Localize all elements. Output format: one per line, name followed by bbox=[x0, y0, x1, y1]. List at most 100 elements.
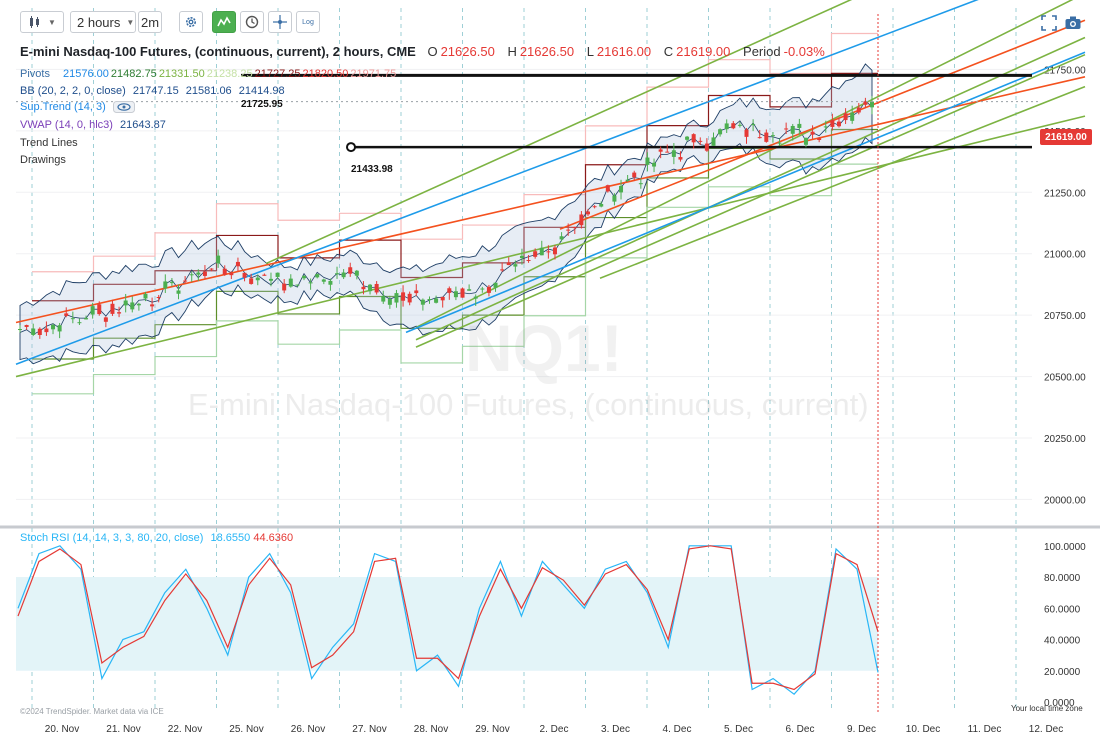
low-value: 21616.00 bbox=[596, 44, 652, 59]
candle-body bbox=[605, 185, 610, 192]
pivot-value: 21331.50 bbox=[158, 68, 205, 80]
settings-button[interactable] bbox=[179, 11, 203, 33]
indicator-toggle-button[interactable] bbox=[212, 11, 236, 33]
candle-body bbox=[262, 274, 267, 276]
stoch-tick-label: 80.0000 bbox=[1044, 573, 1081, 584]
candle-body bbox=[552, 247, 557, 255]
candle-body bbox=[526, 259, 531, 261]
x-tick-label: 28. Nov bbox=[414, 724, 448, 735]
candle-body bbox=[282, 283, 287, 291]
legend-supertrend[interactable]: Sup.Trend (14, 3) bbox=[20, 101, 135, 114]
candle-body bbox=[586, 211, 590, 215]
toolbar: ▼ 2 hours ▼ 2m Log bbox=[0, 0, 1100, 44]
candle-body bbox=[870, 101, 874, 108]
y-tick-label: 20000.00 bbox=[1044, 495, 1086, 506]
x-tick-label: 2. Dec bbox=[540, 724, 569, 735]
candle-body bbox=[704, 143, 709, 151]
candle-body bbox=[163, 281, 168, 289]
level-label-lower: 21433.98 bbox=[351, 164, 393, 175]
pivot-value: 21971.75 bbox=[350, 68, 397, 80]
stoch-tick-label: 60.0000 bbox=[1044, 604, 1081, 615]
candle-body bbox=[533, 251, 538, 257]
x-tick-label: 21. Nov bbox=[106, 724, 140, 735]
stoch-k-value: 18.6550 bbox=[210, 532, 251, 544]
y-tick-label: 21250.00 bbox=[1044, 188, 1086, 199]
crosshair-icon bbox=[273, 15, 287, 29]
candle-body bbox=[777, 142, 782, 144]
candle-body bbox=[506, 262, 511, 266]
candle-body bbox=[566, 229, 571, 231]
candle-body bbox=[302, 275, 306, 279]
candle-body bbox=[37, 328, 42, 335]
candle-body bbox=[665, 151, 670, 153]
candle-body bbox=[268, 278, 273, 281]
bb-lower-value: 21414.98 bbox=[238, 85, 285, 97]
vwap-value: 21643.87 bbox=[120, 119, 166, 131]
pivots-values: 21576.00 21482.75 21331.50 21238.25 21727.25… bbox=[63, 68, 398, 80]
legend-pivots[interactable]: Pivots 21576.00 21482.75 21331.50 21238.25 2… bbox=[20, 68, 402, 80]
candle-body bbox=[823, 126, 828, 128]
timeframe-short-button[interactable]: 2m bbox=[138, 11, 162, 33]
candle-body bbox=[321, 279, 326, 282]
candle-body bbox=[51, 324, 56, 330]
candle-body bbox=[579, 214, 584, 226]
candle-body bbox=[70, 318, 75, 320]
pivot-value: 21238.25 bbox=[206, 68, 253, 80]
candle-body bbox=[632, 172, 637, 178]
x-tick-label: 12. Dec bbox=[1029, 724, 1063, 735]
chevron-down-icon: ▼ bbox=[126, 17, 135, 27]
stoch-rsi-legend[interactable]: Stoch RSI (14, 14, 3, 3, 80, 20, close) … bbox=[20, 532, 293, 544]
chevron-down-icon: ▼ bbox=[48, 17, 56, 27]
log-scale-button[interactable]: Log bbox=[296, 11, 320, 33]
x-tick-label: 4. Dec bbox=[663, 724, 692, 735]
replay-button[interactable] bbox=[240, 11, 264, 33]
bb-middle-value: 21581.06 bbox=[185, 85, 232, 97]
bb-upper-value: 21747.15 bbox=[132, 85, 179, 97]
candle-body bbox=[202, 271, 207, 276]
candle-body bbox=[599, 203, 604, 207]
candle-body bbox=[790, 125, 795, 134]
chart-type-button[interactable]: ▼ bbox=[20, 11, 64, 33]
camera-icon[interactable] bbox=[1064, 14, 1082, 32]
candle-body bbox=[242, 272, 247, 278]
candle-body bbox=[24, 325, 29, 327]
candle-body bbox=[394, 293, 399, 303]
candle-body bbox=[440, 296, 445, 301]
candle-body bbox=[678, 157, 683, 160]
eye-icon[interactable] bbox=[112, 101, 135, 114]
candle-body bbox=[718, 129, 723, 135]
crosshair-button[interactable] bbox=[268, 11, 292, 33]
legend-vwap[interactable]: VWAP (14, 0, hlc3) 21643.87 bbox=[20, 119, 170, 131]
candle-body bbox=[744, 129, 749, 137]
period-value: -0.03% bbox=[783, 44, 825, 59]
fullscreen-icon[interactable] bbox=[1040, 14, 1058, 32]
candle-body bbox=[539, 247, 544, 256]
stoch-rsi-label: Stoch RSI (14, 14, 3, 3, 80, 20, close) bbox=[20, 532, 204, 544]
timeframe-select[interactable]: 2 hours ▼ bbox=[70, 11, 136, 33]
pivots-label: Pivots bbox=[20, 68, 50, 80]
legend-drawings[interactable]: Drawings bbox=[20, 154, 66, 166]
candle-body bbox=[685, 136, 690, 140]
chart-app: 20. Nov 21. Nov 22. Nov 25. Nov 26. Nov 27. N… bbox=[0, 0, 1100, 748]
candle-body bbox=[361, 286, 366, 290]
candle-body bbox=[150, 304, 155, 307]
candle-body bbox=[341, 272, 346, 278]
candle-body bbox=[315, 274, 320, 278]
low-label: L bbox=[586, 44, 594, 59]
candle-body bbox=[427, 299, 432, 301]
candle-body bbox=[519, 255, 524, 259]
candle-body bbox=[222, 268, 227, 275]
candle-body bbox=[724, 123, 729, 130]
candle-body bbox=[216, 255, 221, 264]
legend-trend-lines[interactable]: Trend Lines bbox=[20, 137, 78, 149]
candle-body bbox=[856, 107, 861, 113]
candle-body bbox=[619, 185, 624, 193]
gear-icon bbox=[186, 17, 196, 27]
candle-body bbox=[335, 273, 340, 275]
candle-body bbox=[467, 289, 472, 291]
pivot-value: 21576.00 bbox=[63, 68, 109, 80]
high-value: 21626.50 bbox=[519, 44, 575, 59]
legend-bb[interactable]: BB (20, 2, 2, 0, close) 21747.15 21581.0… bbox=[20, 85, 289, 97]
candle-body bbox=[803, 137, 808, 145]
candle-body bbox=[387, 299, 392, 305]
